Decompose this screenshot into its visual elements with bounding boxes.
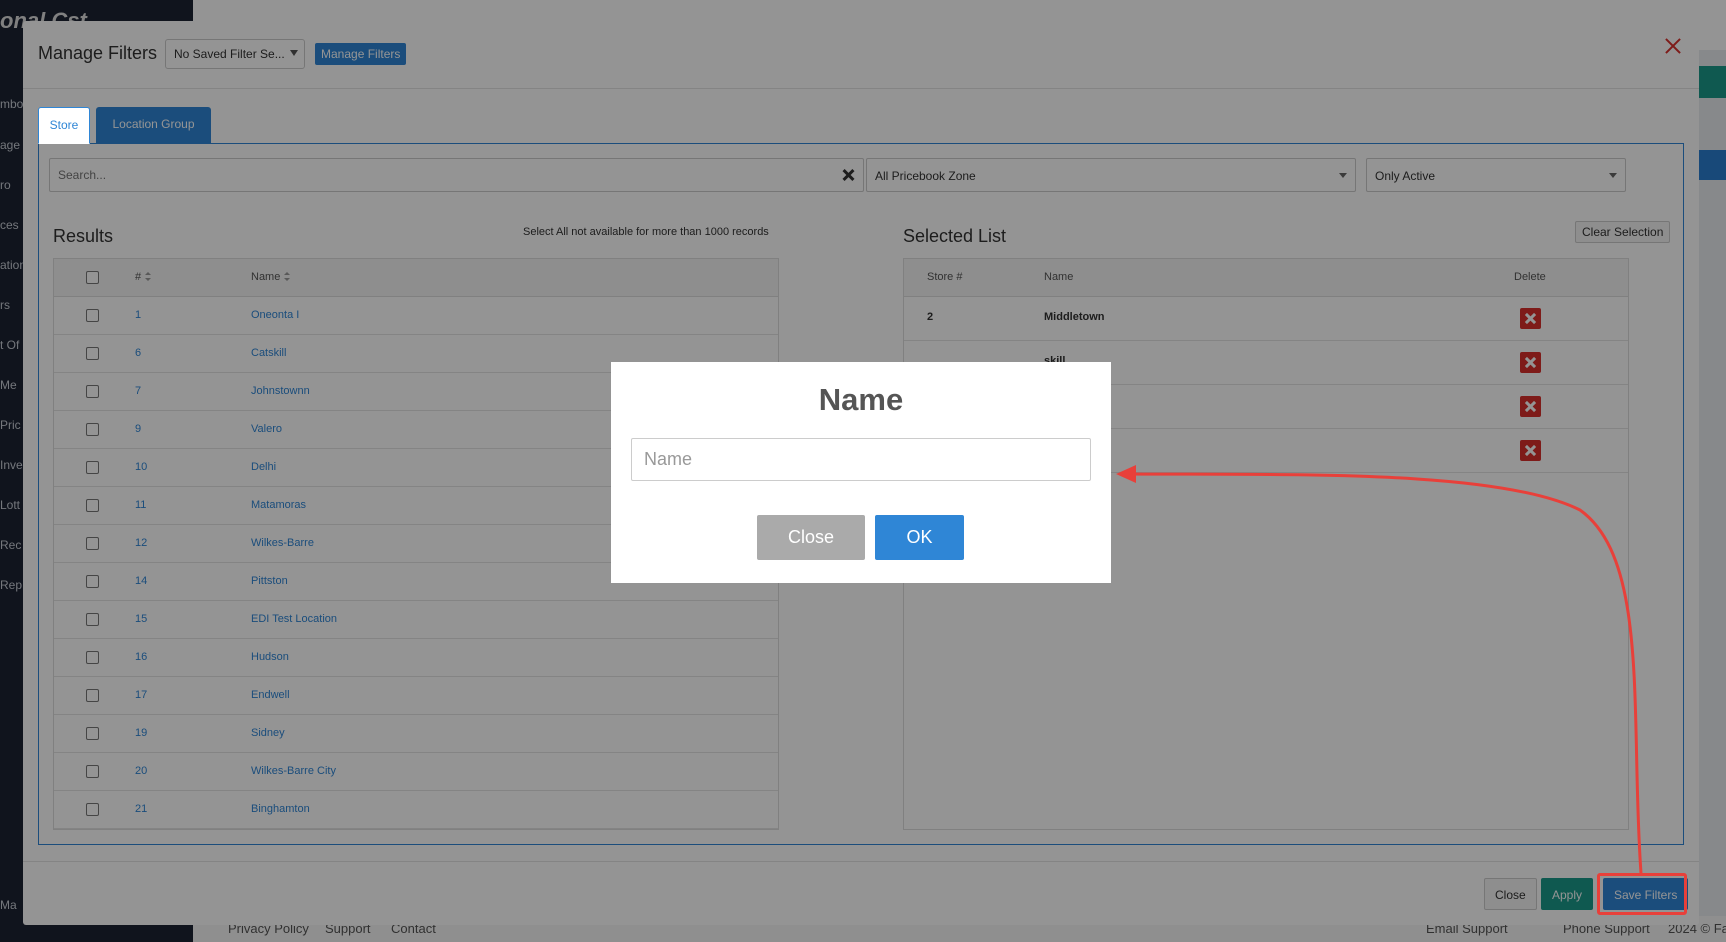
name-prompt-dialog: Name Close OK [611, 362, 1111, 583]
name-input[interactable] [631, 438, 1091, 481]
prompt-close-button[interactable]: Close [757, 515, 865, 560]
prompt-ok-button[interactable]: OK [875, 515, 964, 560]
prompt-title: Name [818, 382, 904, 417]
tab-store[interactable]: Store [38, 107, 90, 144]
